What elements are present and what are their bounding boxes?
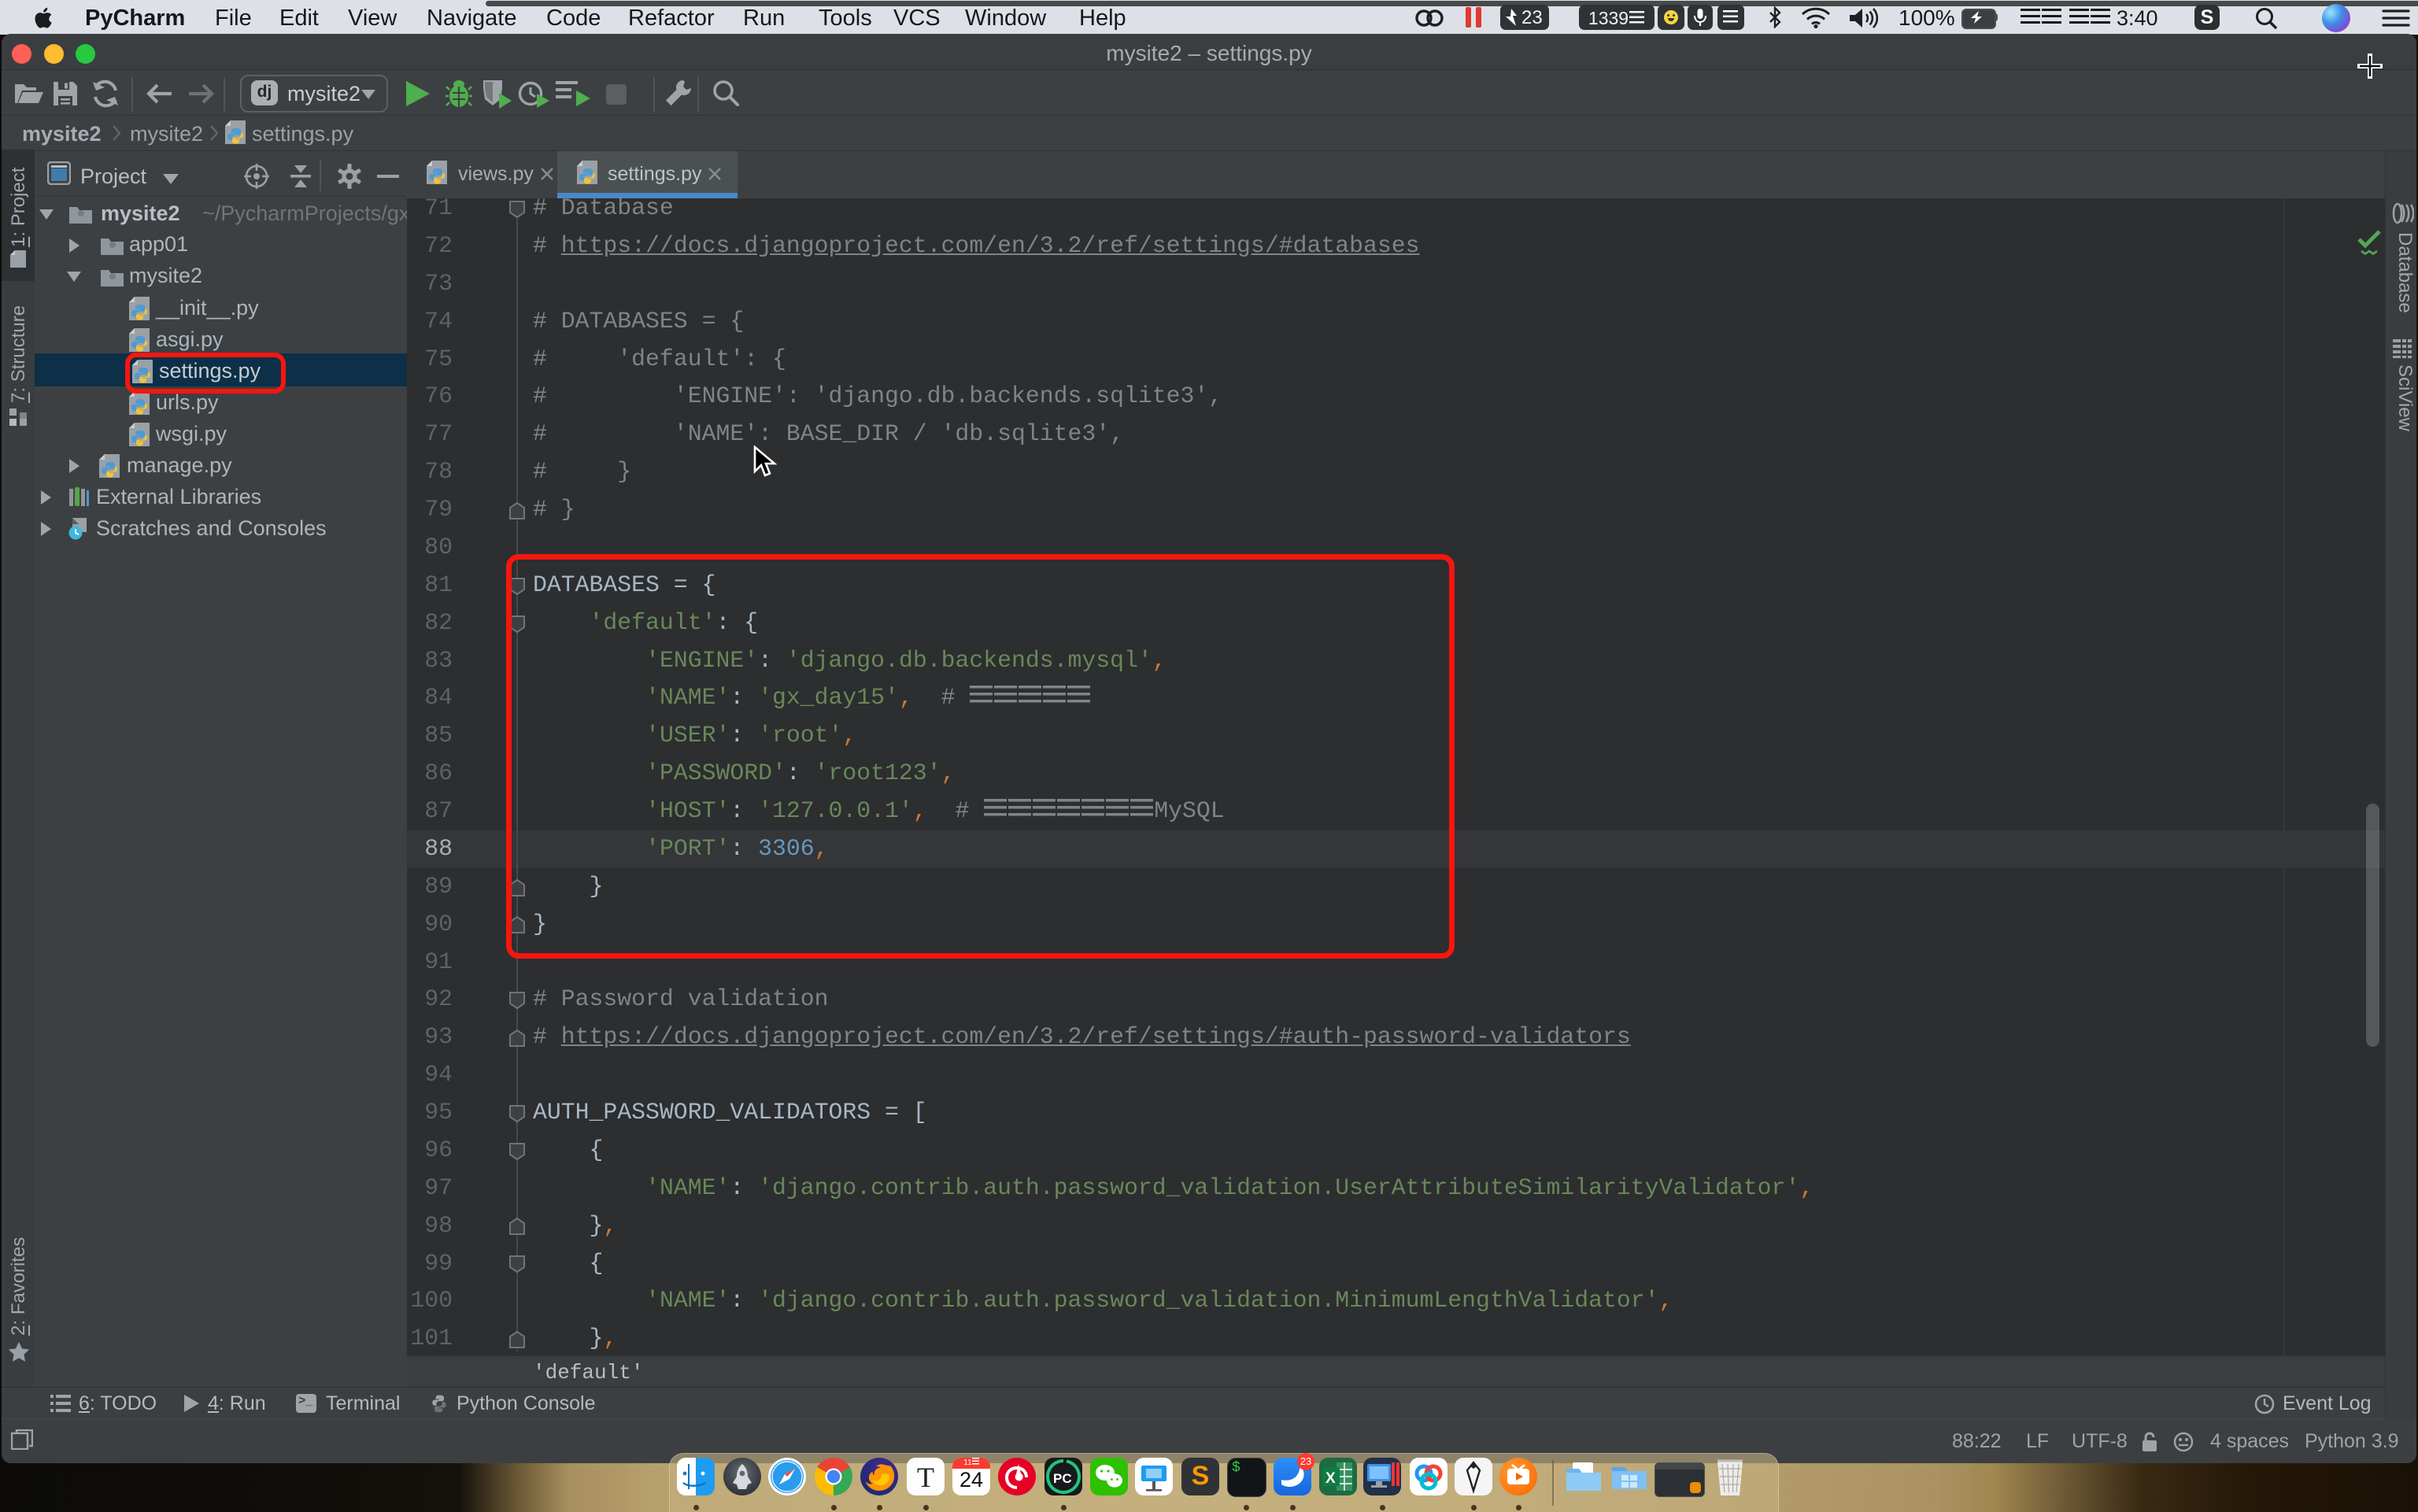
svg-text:X: X xyxy=(1325,1470,1336,1487)
svg-text:PC: PC xyxy=(1053,1471,1072,1486)
